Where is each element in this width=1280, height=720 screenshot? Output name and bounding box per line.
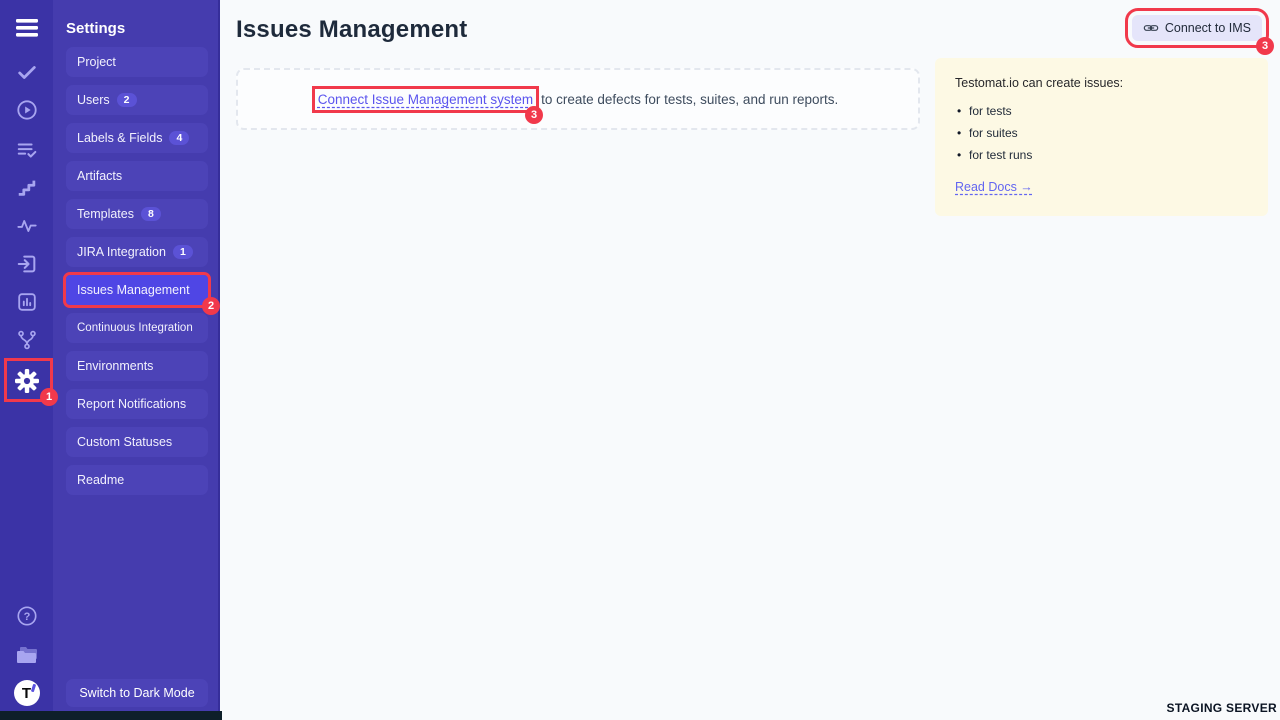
sidebar-item-readme[interactable]: Readme (66, 465, 208, 495)
info-bullet: for tests (955, 104, 1248, 118)
sidebar-item-issues-management[interactable]: Issues Management 2 (66, 275, 208, 305)
help-button[interactable]: ? (0, 600, 53, 632)
folders-icon (15, 644, 39, 666)
sidebar-item-label: JIRA Integration (77, 245, 166, 259)
annotation-step3-button-badge: 3 (1256, 37, 1274, 55)
sidebar-item-environments[interactable]: Environments (66, 351, 208, 381)
info-panel-title: Testomat.io can create issues: (955, 76, 1248, 90)
play-circle-icon (16, 99, 38, 121)
tests-nav-button[interactable] (0, 56, 53, 88)
branch-icon (16, 329, 38, 351)
annotation-step1-badge: 1 (40, 388, 58, 406)
page-title: Issues Management (236, 16, 467, 44)
sidebar-item-label: Continuous Integration (77, 322, 193, 334)
branches-nav-button[interactable] (0, 324, 53, 356)
sidebar-item-report-notifications[interactable]: Report Notifications (66, 389, 208, 419)
connect-to-ims-label: Connect to IMS (1165, 21, 1251, 35)
count-badge: 4 (169, 131, 189, 146)
sidebar-item-custom-statuses[interactable]: Custom Statuses (66, 427, 208, 457)
app-logo: T (14, 680, 40, 706)
info-bullet: for test runs (955, 148, 1248, 162)
sidebar-item-label: Environments (77, 359, 153, 373)
sidebar-title: Settings (66, 20, 125, 37)
settings-nav-list: Project Users 2 Labels & Fields 4 Artifa… (66, 47, 208, 495)
count-badge: 1 (173, 245, 193, 260)
empty-state-text: to create defects for tests, suites, and… (541, 92, 838, 107)
sidebar-item-label: Report Notifications (77, 397, 186, 411)
sidebar-item-label: Labels & Fields (77, 131, 162, 145)
check-icon (16, 61, 38, 83)
sidebar-item-label: Templates (77, 207, 134, 221)
icon-rail: ? T (0, 0, 53, 720)
app-logo-button[interactable]: T (0, 677, 53, 709)
sidebar-item-templates[interactable]: Templates 8 (66, 199, 208, 229)
read-docs-link[interactable]: Read Docs → (955, 180, 1033, 194)
connect-to-ims-button[interactable]: Connect to IMS 3 (1132, 15, 1262, 41)
sidebar-item-jira-integration[interactable]: JIRA Integration 1 (66, 237, 208, 267)
annotation-step3-link-badge: 3 (525, 106, 543, 124)
sidebar-item-label: Artifacts (77, 169, 122, 183)
sidebar-item-users[interactable]: Users 2 (66, 85, 208, 115)
bar-chart-icon (16, 291, 38, 313)
sidebar-item-label: Users (77, 93, 110, 107)
reports-nav-button[interactable] (0, 286, 53, 318)
import-nav-button[interactable] (0, 248, 53, 280)
sidebar-item-artifacts[interactable]: Artifacts (66, 161, 208, 191)
sidebar-item-label: Project (77, 55, 116, 69)
info-bullet-list: for tests for suites for test runs (955, 104, 1248, 162)
milestones-nav-button[interactable] (0, 172, 53, 204)
analytics-nav-button[interactable] (0, 210, 53, 242)
sidebar-bottom-strip (0, 711, 222, 720)
count-badge: 2 (117, 93, 137, 108)
sidebar-item-project[interactable]: Project (66, 47, 208, 77)
switch-dark-mode-button[interactable]: Switch to Dark Mode (66, 679, 208, 707)
sidebar-item-continuous-integration[interactable]: Continuous Integration (66, 313, 208, 343)
connect-issue-management-link[interactable]: Connect Issue Management system (318, 92, 533, 107)
sidebar-item-labels-fields[interactable]: Labels & Fields 4 (66, 123, 208, 153)
projects-button[interactable] (0, 639, 53, 671)
staging-server-label: STAGING SERVER (1167, 701, 1277, 715)
annotation-step2-badge: 2 (202, 297, 220, 315)
link-icon (1143, 20, 1159, 36)
pulse-icon (16, 215, 38, 237)
empty-state-panel: Connect Issue Management system 3 to cre… (236, 68, 920, 130)
sidebar-item-label: Issues Management (77, 283, 190, 297)
svg-text:?: ? (23, 611, 30, 623)
info-panel: Testomat.io can create issues: for tests… (935, 58, 1268, 216)
sidebar-item-label: Custom Statuses (77, 435, 172, 449)
settings-sidebar: Settings Project Users 2 Labels & Fields… (53, 0, 220, 720)
sidebar-item-label: Readme (77, 473, 124, 487)
runs-nav-button[interactable] (0, 94, 53, 126)
app-logo-accent (30, 684, 35, 693)
steps-icon (16, 177, 38, 199)
menu-button[interactable] (0, 12, 53, 44)
hamburger-menu-icon (15, 17, 39, 39)
info-bullet: for suites (955, 126, 1248, 140)
list-check-icon (16, 139, 38, 161)
count-badge: 8 (141, 207, 161, 222)
import-icon (16, 253, 38, 275)
plans-nav-button[interactable] (0, 134, 53, 166)
app-logo-letter: T (22, 685, 31, 702)
help-icon: ? (16, 605, 38, 627)
